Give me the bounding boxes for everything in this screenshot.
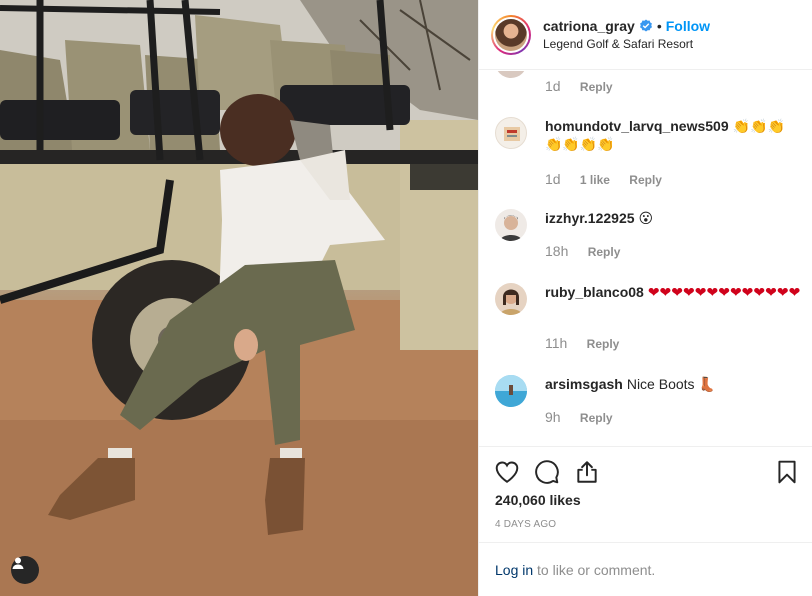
comment-time[interactable]: 18h	[545, 243, 568, 259]
commenter-username[interactable]: ruby_blanco08	[545, 284, 644, 300]
follow-button[interactable]: Follow	[666, 18, 710, 34]
comment-time[interactable]: 9h	[545, 409, 561, 425]
verified-badge-icon	[639, 19, 653, 33]
post-photo[interactable]	[0, 0, 478, 596]
comment-list[interactable]: 1d Reply homundotv_larvq_news509 👏👏👏👏👏👏👏 …	[479, 71, 812, 446]
comment-time[interactable]: 1d	[545, 78, 561, 94]
commenter-avatar[interactable]	[495, 117, 527, 149]
commenter-avatar[interactable]	[495, 375, 527, 407]
post-actions: 240,060 likes 4 DAYS AGO	[479, 446, 812, 542]
commenter-username[interactable]: izzhyr.122925	[545, 210, 635, 226]
likes-count[interactable]: 240,060 likes	[495, 492, 581, 508]
reply-button[interactable]: Reply	[588, 245, 621, 259]
comment-time[interactable]: 11h	[545, 335, 567, 351]
comment-text: ❤❤❤❤❤❤❤❤❤❤❤❤❤	[647, 284, 801, 300]
comment-time[interactable]: 1d	[545, 171, 561, 187]
heart-icon[interactable]	[494, 459, 520, 485]
commenter-username[interactable]: arsimsgash	[545, 376, 623, 392]
reply-button[interactable]: Reply	[629, 173, 662, 187]
login-prompt-text: to like or comment.	[533, 562, 656, 578]
bookmark-icon[interactable]	[774, 459, 800, 485]
commenter-avatar[interactable]	[495, 283, 527, 315]
comment-icon[interactable]	[534, 459, 560, 485]
share-icon[interactable]	[574, 459, 600, 485]
post-header: catriona_gray • Follow Legend Golf & Saf…	[479, 0, 812, 70]
reply-button[interactable]: Reply	[580, 80, 613, 94]
user-tag-icon[interactable]	[11, 556, 39, 584]
author-avatar[interactable]	[491, 15, 531, 55]
safari-jeep-photo	[0, 0, 478, 596]
author-username[interactable]: catriona_gray	[543, 18, 635, 34]
comment-text: Nice Boots 👢	[626, 376, 716, 392]
reply-button[interactable]: Reply	[587, 337, 620, 351]
login-prompt: Log in to like or comment.	[479, 542, 812, 596]
post-location[interactable]: Legend Golf & Safari Resort	[543, 37, 693, 51]
commenter-avatar[interactable]	[495, 71, 527, 78]
post-date[interactable]: 4 DAYS AGO	[495, 519, 556, 530]
login-link[interactable]: Log in	[495, 562, 533, 578]
post-side-panel: catriona_gray • Follow Legend Golf & Saf…	[478, 0, 812, 596]
commenter-avatar[interactable]	[495, 209, 527, 241]
reply-button[interactable]: Reply	[580, 411, 613, 425]
commenter-username[interactable]: homundotv_larvq_news509	[545, 118, 729, 134]
comment-likes[interactable]: 1 like	[580, 173, 610, 187]
comment-text: 😮	[638, 210, 654, 226]
header-separator: •	[656, 18, 662, 34]
